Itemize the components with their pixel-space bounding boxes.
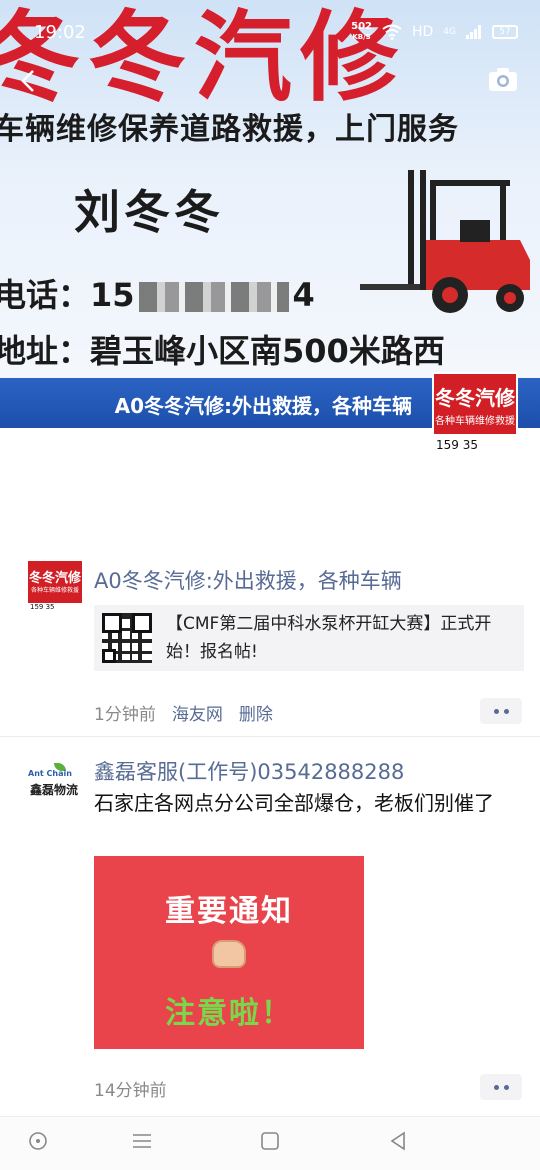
network-speed-unit: KB/S bbox=[352, 33, 371, 41]
home-icon[interactable] bbox=[258, 1129, 282, 1153]
signal-label: 4G bbox=[443, 27, 456, 37]
more-button[interactable] bbox=[480, 698, 522, 724]
more-dots-icon bbox=[493, 708, 499, 714]
back-button[interactable] bbox=[14, 66, 44, 96]
post-nickname[interactable]: 鑫磊客服(工作号)03542888288 bbox=[94, 756, 404, 786]
camera-button[interactable] bbox=[488, 66, 518, 92]
post-divider bbox=[0, 736, 540, 737]
battery-level: 57 bbox=[499, 27, 511, 37]
avatar-card: 冬冬汽修 各种车辆维修救援 159 35 bbox=[28, 561, 82, 615]
phone-suffix: 4 bbox=[292, 276, 315, 314]
cover-address: 地址：碧玉峰小区南500米路西 bbox=[0, 326, 445, 372]
post-meta: 14分钟前 bbox=[94, 1076, 167, 1101]
back-nav-icon[interactable] bbox=[386, 1129, 410, 1153]
menu-icon[interactable] bbox=[130, 1129, 154, 1153]
more-dots-icon bbox=[493, 1084, 499, 1090]
logo-avatar: Ant Chain 鑫磊物流 bbox=[28, 757, 82, 811]
profile-avatar[interactable]: 冬冬汽修 各种车辆维修救援 159 35 bbox=[432, 372, 518, 458]
shared-link-title: 【CMF第二届中科水泵杯开缸大赛】正式开始！报名帖! bbox=[166, 614, 492, 662]
qr-code-thumbnail bbox=[102, 613, 152, 663]
avatar-subtitle: 各种车辆维修救援 bbox=[30, 587, 79, 594]
cover-service-line: 车辆维修保养道路救援，上门服务 bbox=[0, 112, 459, 147]
post-text: 石家庄各网点分公司全部爆仓，老板们别催了 bbox=[94, 791, 494, 815]
back-arrow-icon bbox=[21, 70, 34, 92]
forklift-image bbox=[360, 170, 530, 313]
more-dot bbox=[503, 708, 509, 714]
post-meta: 1分钟前 海友网 删除 bbox=[94, 700, 273, 725]
more-dot bbox=[503, 1084, 509, 1090]
avatar-brand-en: Ant Chain bbox=[28, 769, 72, 778]
camera-icon bbox=[489, 68, 517, 91]
avatar-subtitle: 各种车辆维修救援 bbox=[435, 416, 515, 427]
wifi-icon bbox=[382, 24, 402, 40]
assistant-icon[interactable] bbox=[26, 1129, 50, 1153]
avatar-phone: 159 35 bbox=[28, 603, 82, 615]
avatar-title: 冬冬汽修 bbox=[435, 386, 515, 410]
phone-label: 电话： bbox=[0, 276, 91, 314]
battery-icon: 57 bbox=[492, 25, 518, 39]
fist-icon bbox=[212, 940, 246, 968]
post-avatar[interactable]: Ant Chain 鑫磊物流 bbox=[28, 757, 82, 811]
hd-label: HD bbox=[411, 24, 434, 40]
post-image[interactable]: 重要通知 注意啦！ bbox=[94, 856, 364, 1049]
cover-signature: A0冬冬汽修:外出救援，各种车辆 bbox=[114, 394, 412, 418]
network-speed: 502 KB/S bbox=[351, 22, 372, 42]
avatar-brand-cn: 鑫磊物流 bbox=[30, 783, 79, 797]
delete-button[interactable]: 删除 bbox=[239, 700, 273, 725]
network-speed-value: 502 bbox=[351, 21, 372, 32]
notice-subtitle: 注意啦！ bbox=[165, 996, 293, 1031]
status-bar: 19:02 502 KB/S HD 4G 57 bbox=[0, 18, 540, 48]
status-time: 19:02 bbox=[34, 22, 86, 43]
more-button[interactable] bbox=[480, 1074, 522, 1100]
system-nav-bar bbox=[0, 1116, 540, 1170]
cover-phone: 电话：15 4 bbox=[0, 270, 315, 316]
post-avatar[interactable]: 冬冬汽修 各种车辆维修救援 159 35 bbox=[28, 561, 82, 615]
address-label: 地址： bbox=[0, 332, 91, 370]
post-nickname[interactable]: A0冬冬汽修:外出救援，各种车辆 bbox=[94, 565, 402, 595]
cover-image[interactable]: 冬冬汽修 车辆维修保养道路救援，上门服务 刘冬冬 电话：15 4 地址：碧玉峰小区… bbox=[0, 0, 540, 428]
phone-blurred bbox=[138, 282, 289, 312]
post-time: 14分钟前 bbox=[94, 1081, 167, 1101]
avatar-card: 冬冬汽修 各种车辆维修救援 159 35 bbox=[434, 374, 516, 456]
post-source[interactable]: 海友网 bbox=[172, 700, 223, 725]
post-time: 1分钟前 bbox=[94, 705, 156, 725]
avatar-title: 冬冬汽修 bbox=[28, 571, 81, 586]
status-icons: 502 KB/S HD 4G 57 bbox=[351, 22, 518, 42]
notice-title: 重要通知 bbox=[165, 894, 293, 929]
address-value: 碧玉峰小区南500米路西 bbox=[90, 332, 445, 370]
avatar-phone: 159 35 bbox=[434, 434, 516, 456]
signal-icon bbox=[466, 25, 481, 39]
cover-person-name: 刘冬冬 bbox=[74, 185, 224, 239]
shared-link-card[interactable]: 【CMF第二届中科水泵杯开缸大赛】正式开始！报名帖! bbox=[94, 605, 524, 671]
phone-prefix: 15 bbox=[90, 276, 135, 314]
